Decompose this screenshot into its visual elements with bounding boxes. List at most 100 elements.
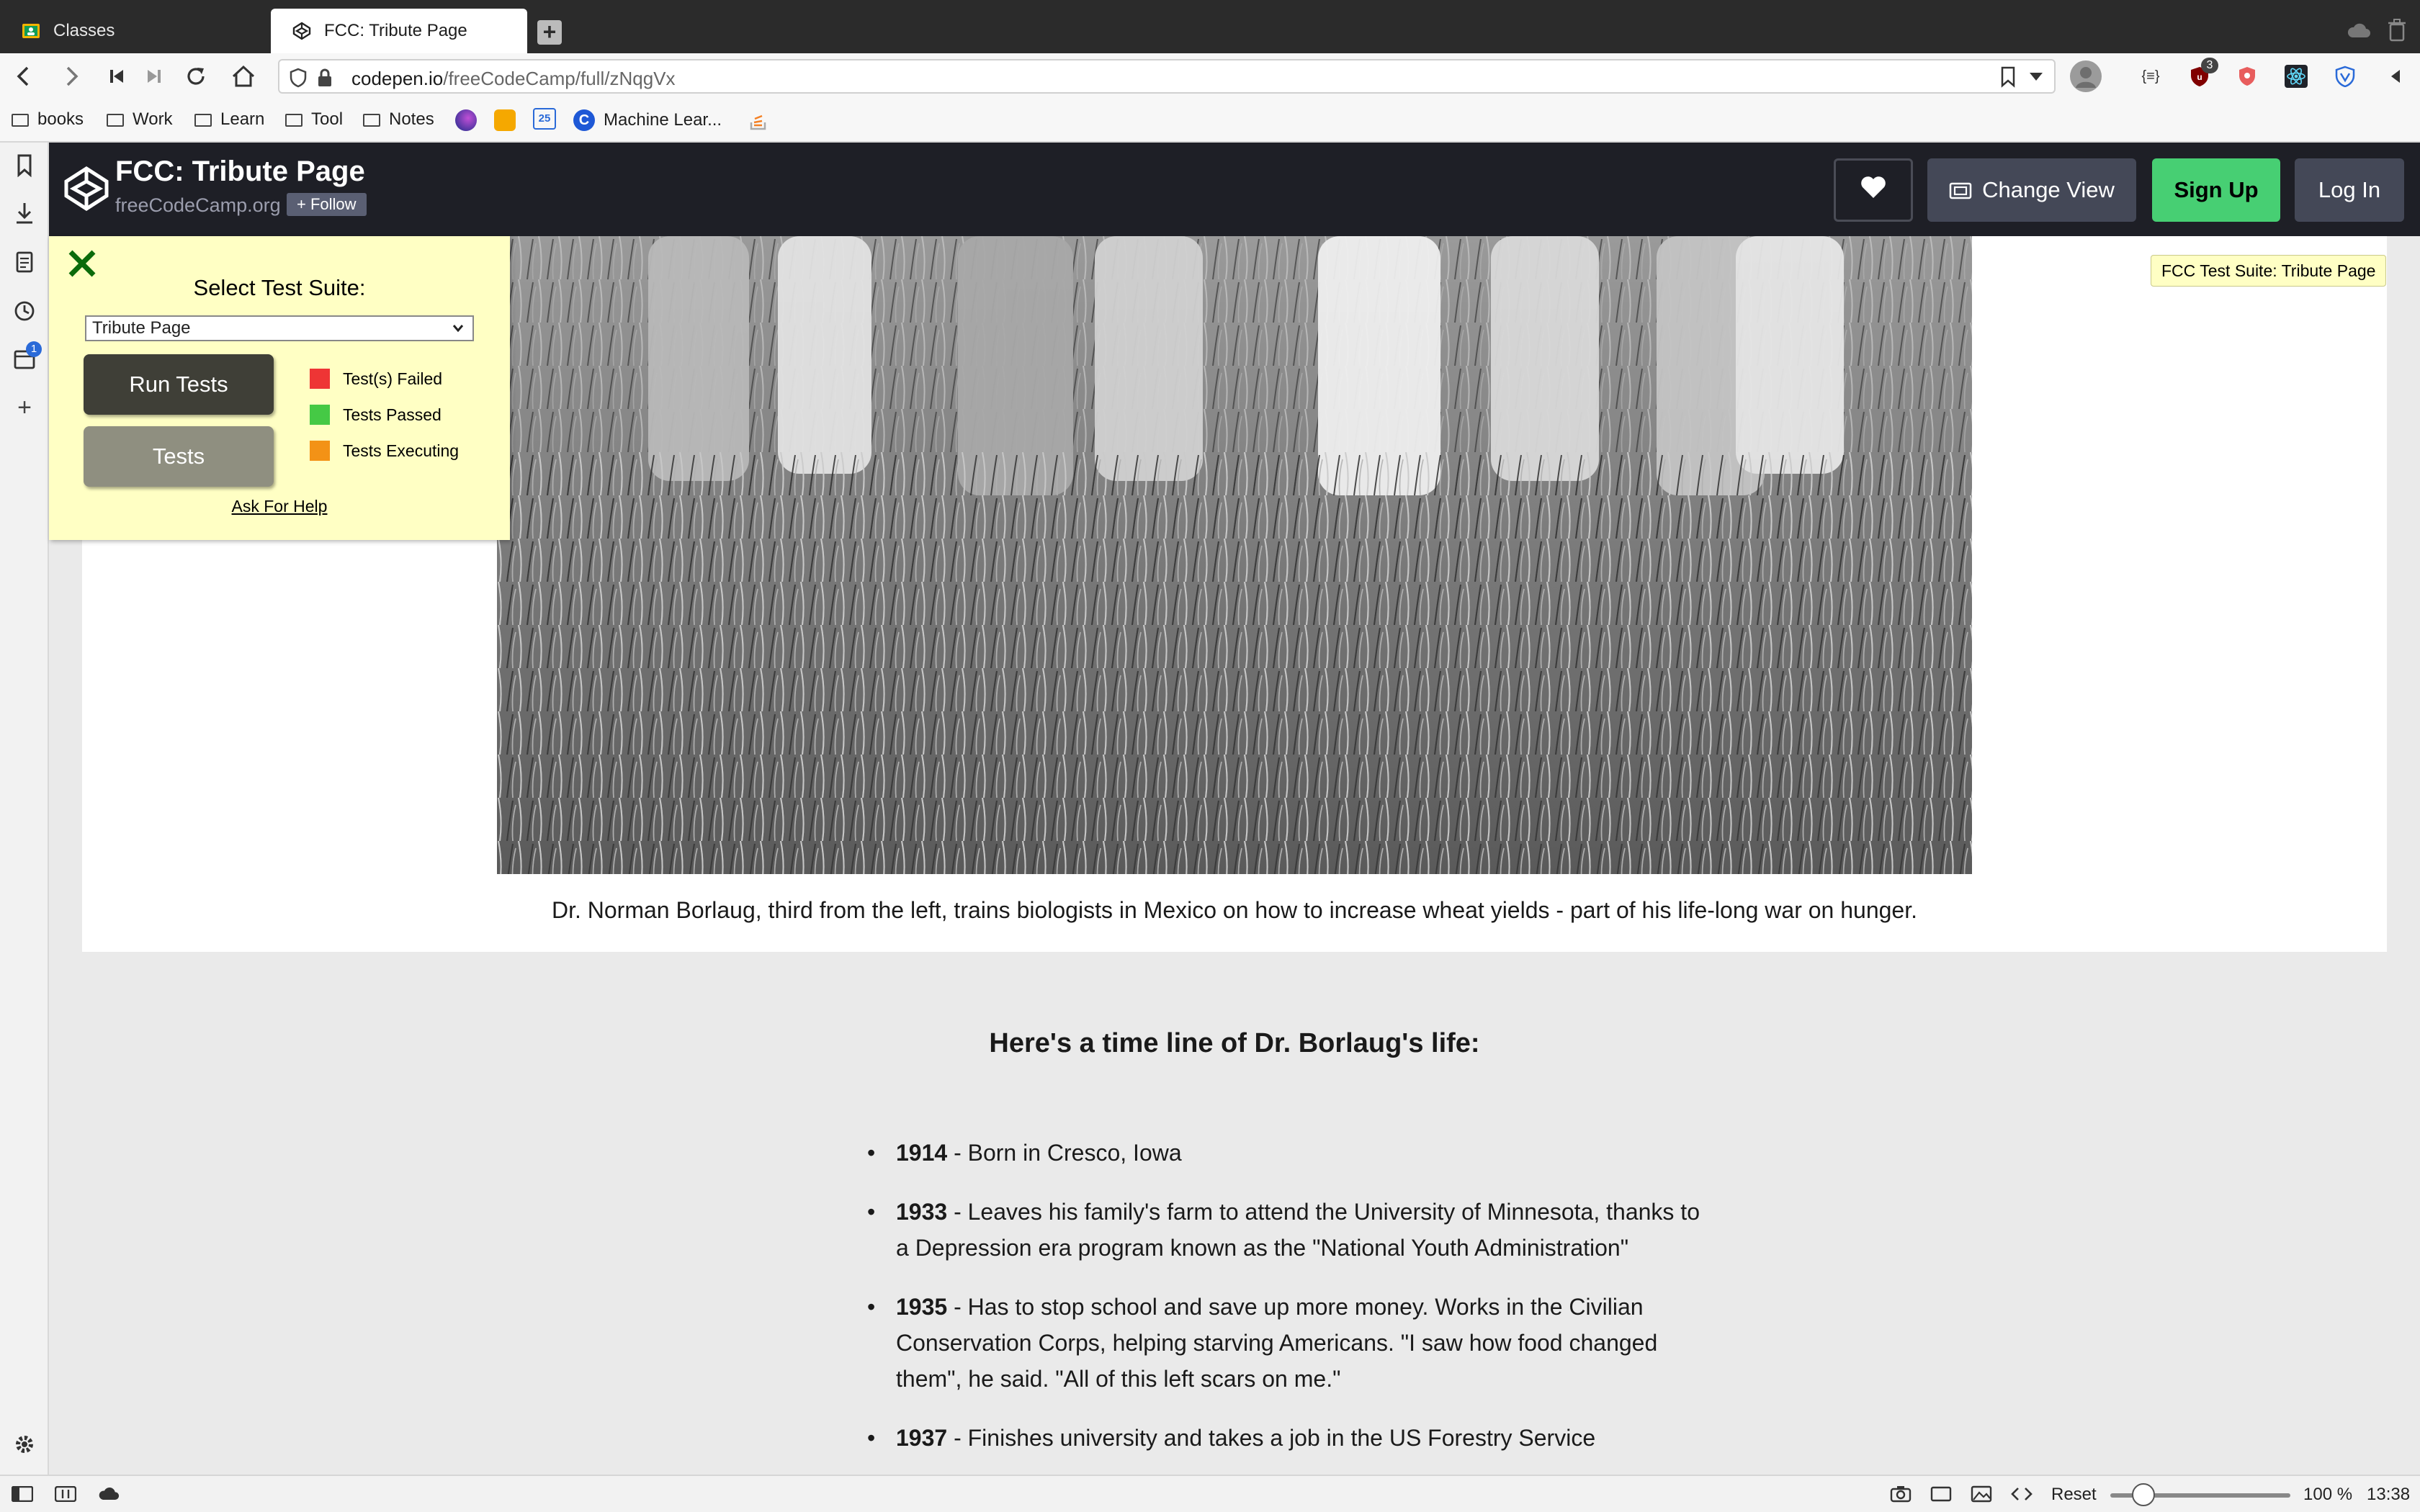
privacy-badger-icon[interactable] <box>2236 65 2259 88</box>
json-viewer-icon[interactable]: {≡} <box>2136 65 2165 88</box>
bookmark-label: books <box>37 109 84 129</box>
svg-text:u: u <box>2197 72 2202 82</box>
bookmark-bulb-icon[interactable] <box>494 109 516 131</box>
test-suite-tooltip: FCC Test Suite: Tribute Page <box>2151 255 2387 287</box>
heart-button[interactable] <box>1834 158 1913 222</box>
calendar-icon: 25 <box>533 108 556 130</box>
status-bar: Reset 100 % 13:38 <box>0 1475 2420 1512</box>
vue-devtools-icon[interactable] <box>2334 65 2357 88</box>
folder-icon <box>194 114 212 127</box>
new-tab-button[interactable]: + <box>537 20 562 45</box>
tab-tiling-icon[interactable] <box>55 1485 76 1503</box>
tab-label: Classes <box>53 21 115 40</box>
image-toggle-icon[interactable] <box>1971 1485 1992 1503</box>
back-icon[interactable] <box>10 63 36 89</box>
bookmark-folder-books[interactable]: books <box>12 109 84 130</box>
window-icon[interactable] <box>1930 1485 1952 1503</box>
bookmark-folder-tool[interactable]: Tool <box>285 109 343 130</box>
sidebar-toggle-icon[interactable] <box>2384 65 2407 88</box>
url-host: codepen.io <box>351 68 444 89</box>
zoom-level: 100 % <box>2303 1485 2353 1504</box>
bookmark-label: Tool <box>311 109 344 129</box>
folder-icon <box>12 114 29 127</box>
codepen-icon <box>292 22 311 40</box>
bookmark-folder-notes[interactable]: Notes <box>363 109 434 130</box>
legend-passed: Tests Passed <box>310 405 442 425</box>
downloads-icon[interactable] <box>12 200 37 226</box>
stackoverflow-icon[interactable] <box>748 109 769 131</box>
bookmark-label: Notes <box>389 109 434 129</box>
add-panel-icon[interactable]: + <box>12 394 37 421</box>
url-text[interactable]: codepen.io/freeCodeCamp/full/zNqgVx <box>351 68 676 90</box>
folder-icon <box>285 114 302 127</box>
change-view-label: Change View <box>1982 177 2115 202</box>
bookmark-machine-learning[interactable]: C Machine Lear... <box>573 109 722 131</box>
bookmark-folder-work[interactable]: Work <box>107 109 173 130</box>
change-view-button[interactable]: Change View <box>1927 158 2136 222</box>
zoom-slider-handle[interactable] <box>2132 1483 2155 1506</box>
bookmark-calendar[interactable]: 25 <box>533 108 556 130</box>
fast-forward-icon[interactable] <box>141 63 167 89</box>
tab-label: FCC: Tribute Page <box>324 21 467 40</box>
sign-up-button[interactable]: Sign Up <box>2152 158 2280 222</box>
pen-title: FCC: Tribute Page <box>115 156 365 187</box>
profile-avatar-icon[interactable] <box>2070 60 2102 92</box>
timeline-text: - Has to stop school and save up more mo… <box>896 1294 1658 1392</box>
bookmark-folder-learn[interactable]: Learn <box>194 109 264 130</box>
tab-fcc-tribute-page[interactable]: FCC: Tribute Page <box>271 9 527 53</box>
timeline-year: 1914 <box>896 1140 948 1166</box>
react-devtools-icon[interactable] <box>2285 65 2308 88</box>
ask-for-help-link[interactable]: Ask For Help <box>49 497 510 516</box>
trash-icon[interactable] <box>2387 19 2407 42</box>
bookmark-star-icon[interactable] <box>1999 66 2017 88</box>
zoom-reset-button[interactable]: Reset <box>2051 1485 2097 1505</box>
code-icon[interactable] <box>2011 1485 2033 1503</box>
codepen-header: FCC: Tribute Page freeCodeCamp.org + Fol… <box>49 143 2420 236</box>
bookmark-label: Learn <box>220 109 265 129</box>
bookmark-label: Work <box>133 109 173 129</box>
panel-toggle-icon[interactable] <box>12 1485 33 1503</box>
bookmark-label: Machine Lear... <box>604 110 722 130</box>
pen-author-link[interactable]: freeCodeCamp.org <box>115 194 281 217</box>
forward-icon[interactable] <box>59 63 85 89</box>
failed-swatch-icon <box>310 369 330 389</box>
follow-button[interactable]: + Follow <box>287 193 367 216</box>
executing-swatch-icon <box>310 441 330 461</box>
list-item: 1935 - Has to stop school and save up mo… <box>867 1289 1703 1397</box>
capture-icon[interactable] <box>1890 1485 1912 1503</box>
cloud-icon[interactable] <box>2347 22 2371 39</box>
ublock-icon[interactable]: u 3 <box>2188 58 2218 88</box>
legend-failed: Test(s) Failed <box>310 369 442 389</box>
clock: 13:38 <box>2367 1485 2411 1504</box>
history-icon[interactable] <box>12 298 37 324</box>
folder-icon <box>107 114 124 127</box>
timeline-year: 1937 <box>896 1425 948 1451</box>
lock-icon[interactable] <box>317 68 333 88</box>
notes-panel-icon[interactable] <box>12 249 37 275</box>
dropdown-arrow-icon[interactable] <box>2028 71 2044 82</box>
image-caption: Dr. Norman Borlaug, third from the left,… <box>551 897 1917 923</box>
timeline-list: 1914 - Born in Cresco, Iowa 1933 - Leave… <box>867 1135 1703 1475</box>
fcc-test-suite-panel: Select Test Suite: Tribute Page Run Test… <box>49 236 510 540</box>
test-suite-select[interactable]: Tribute Page <box>85 315 474 341</box>
address-bar[interactable]: codepen.io/freeCodeCamp/full/zNqgVx <box>278 59 2056 94</box>
sync-cloud-icon[interactable] <box>98 1485 120 1503</box>
log-in-button[interactable]: Log In <box>2295 158 2404 222</box>
shield-icon[interactable] <box>290 68 307 88</box>
bookmarks-bar: books Work Learn Tool Notes 25 C Machine… <box>0 99 2420 143</box>
classroom-icon <box>22 22 40 40</box>
tests-button[interactable]: Tests <box>84 426 274 487</box>
home-icon[interactable] <box>230 63 256 89</box>
bookmarks-panel-icon[interactable] <box>12 153 37 179</box>
calendar-panel-icon[interactable]: 1 <box>12 341 42 372</box>
bookmark-sphere-icon[interactable] <box>455 109 477 131</box>
list-item: 1937 - Finishes university and takes a j… <box>867 1420 1703 1456</box>
reload-icon[interactable] <box>183 63 209 89</box>
rewind-icon[interactable] <box>104 63 130 89</box>
tab-classes[interactable]: Classes <box>0 9 266 53</box>
selected-suite: Tribute Page <box>92 318 191 338</box>
codepen-logo-icon[interactable] <box>59 161 114 216</box>
run-tests-button[interactable]: Run Tests <box>84 354 274 415</box>
passed-swatch-icon <box>310 405 330 425</box>
settings-gear-icon[interactable] <box>12 1431 37 1457</box>
